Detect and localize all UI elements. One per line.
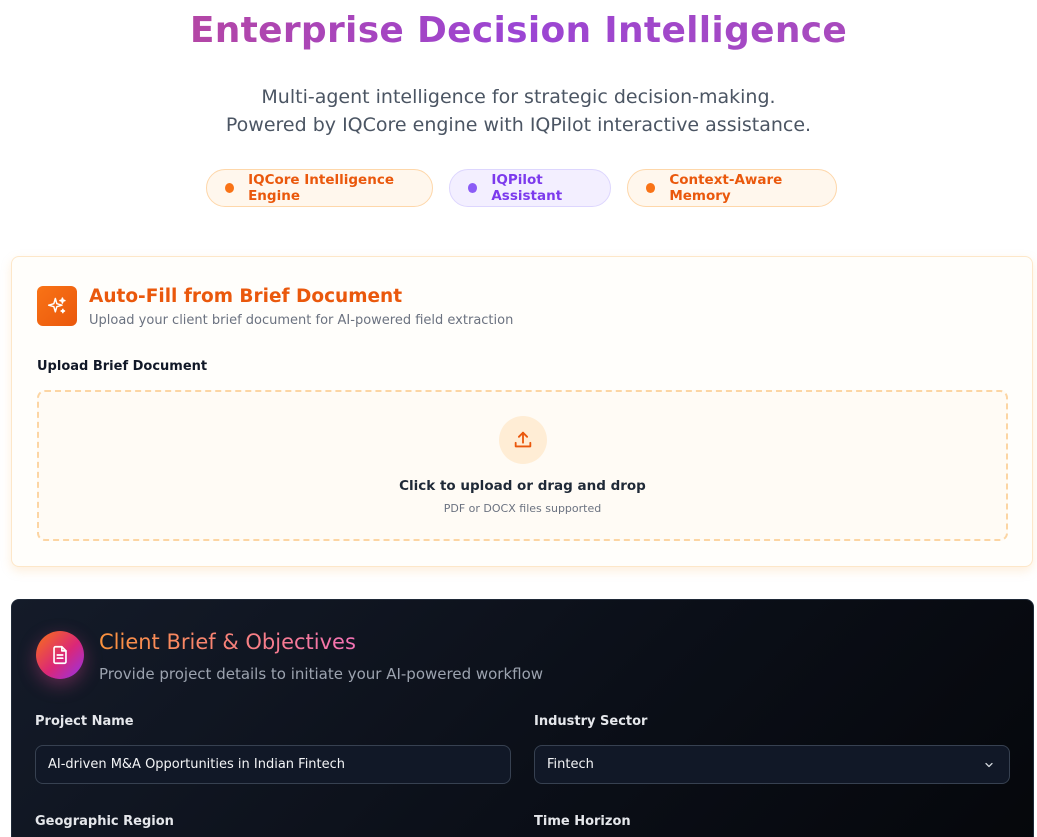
project-name-input[interactable]: AI-driven M&A Opportunities in Indian Fi…: [35, 745, 511, 784]
upload-label: Upload Brief Document: [37, 359, 208, 374]
autofill-subtitle: Upload your client brief document for AI…: [89, 313, 514, 328]
brief-title: Client Brief & Objectives: [99, 630, 356, 654]
page-subtitle-line-1: Multi-agent intelligence for strategic d…: [261, 86, 776, 108]
status-dot-icon: [468, 183, 478, 193]
geographic-region-label: Geographic Region: [35, 814, 174, 829]
status-dot-icon: [225, 183, 235, 193]
badge-label: Context-Aware Memory: [669, 172, 783, 204]
dropzone-hint: PDF or DOCX files supported: [443, 502, 602, 515]
industry-sector-value: Fintech: [547, 757, 594, 772]
badge-context-memory: Context-Aware Memory: [627, 169, 837, 207]
sparkle-icon: [37, 286, 77, 326]
project-name-label: Project Name: [35, 714, 134, 729]
client-brief-card: Client Brief & Objectives Provide projec…: [11, 599, 1034, 837]
autofill-card: Auto-Fill from Brief Document Upload you…: [11, 256, 1033, 567]
badge-label: IQPilot Assistant: [491, 172, 563, 204]
status-dot-icon: [646, 183, 656, 193]
time-horizon-label: Time Horizon: [534, 814, 631, 829]
industry-sector-label: Industry Sector: [534, 714, 648, 729]
document-icon: [36, 631, 84, 679]
upload-dropzone[interactable]: Click to upload or drag and drop PDF or …: [37, 390, 1008, 541]
badge-iqcore-engine: IQCore Intelligence Engine: [206, 169, 433, 207]
badge-iqpilot-assistant: IQPilot Assistant: [449, 169, 611, 207]
page-subtitle-line-2: Powered by IQCore engine with IQPilot in…: [225, 114, 812, 136]
badge-label: IQCore Intelligence Engine: [248, 172, 394, 204]
industry-sector-select[interactable]: Fintech: [534, 745, 1010, 784]
brief-subtitle: Provide project details to initiate your…: [99, 665, 544, 683]
chevron-down-icon: [985, 762, 993, 768]
dropzone-text: Click to upload or drag and drop: [399, 478, 646, 494]
autofill-title: Auto-Fill from Brief Document: [89, 286, 403, 307]
upload-icon: [499, 416, 547, 464]
page-title: Enterprise Decision Intelligence: [0, 10, 1037, 51]
